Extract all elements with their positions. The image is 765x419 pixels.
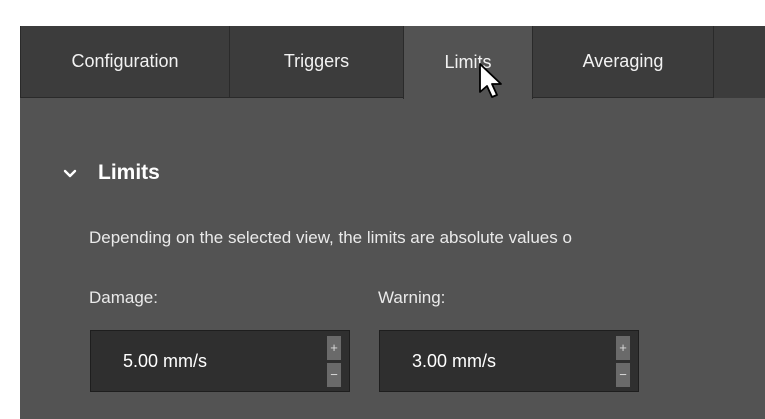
warning-input[interactable] xyxy=(412,331,602,391)
damage-label: Damage: xyxy=(89,288,158,307)
damage-spinbox: + − xyxy=(90,330,350,392)
warning-label: Warning: xyxy=(378,288,446,307)
tab-bar: Configuration Triggers Limits Averaging xyxy=(20,26,765,99)
tab-triggers[interactable]: Triggers xyxy=(229,26,404,98)
section-title: Limits xyxy=(98,161,160,184)
damage-input[interactable] xyxy=(123,331,313,391)
settings-panel: Configuration Triggers Limits Averaging … xyxy=(20,26,765,419)
section-description: Depending on the selected view, the limi… xyxy=(89,228,572,247)
warning-spinbox: + − xyxy=(379,330,639,392)
tab-limits[interactable]: Limits xyxy=(403,26,533,99)
damage-increment-button[interactable]: + xyxy=(327,336,341,360)
warning-increment-button[interactable]: + xyxy=(616,336,630,360)
chevron-down-icon xyxy=(63,169,77,178)
tab-label: Triggers xyxy=(283,51,350,71)
mouse-cursor-icon xyxy=(479,63,502,98)
tab-label: Averaging xyxy=(582,51,664,71)
tab-averaging[interactable]: Averaging xyxy=(532,26,714,98)
damage-decrement-button[interactable]: − xyxy=(327,363,341,387)
tab-configuration[interactable]: Configuration xyxy=(20,26,230,98)
tab-label: Configuration xyxy=(71,51,179,71)
limits-section-header[interactable]: Limits xyxy=(60,161,160,185)
warning-decrement-button[interactable]: − xyxy=(616,363,630,387)
